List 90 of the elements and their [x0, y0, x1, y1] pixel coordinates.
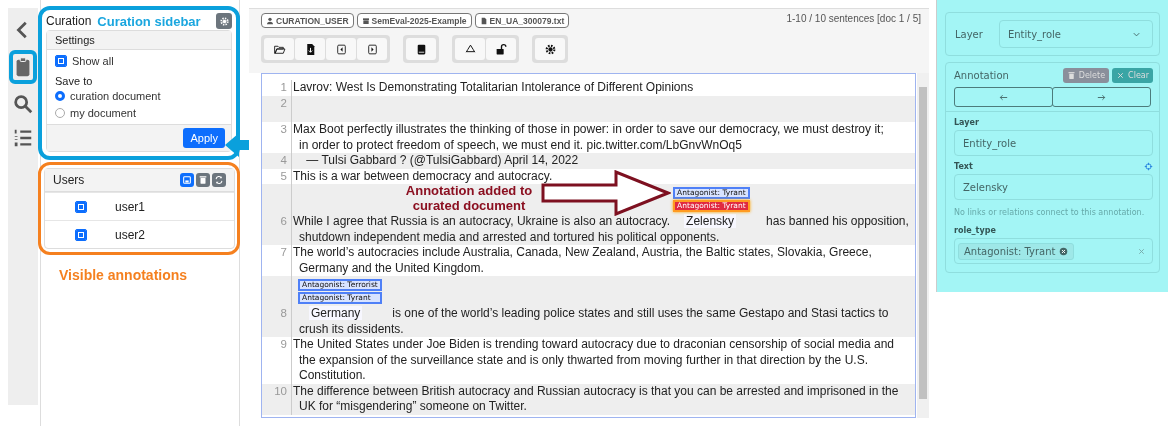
sentence-text: the expansion of the surveillance state and is only thwarted from moving further in that direction by the U.S. — [299, 352, 868, 367]
info-text: No links or relations connect to this annotation. — [954, 208, 1146, 217]
sentence-text: Max Boot perfectly illustrates the thinking of those in power: in order to save our democracy, we must destroy it; — [293, 122, 884, 136]
archive-icon — [361, 16, 370, 25]
info-badge: SemEval-2025-Example — [356, 13, 472, 28]
remove-icon — [1059, 246, 1069, 256]
radio-button[interactable] — [55, 107, 65, 118]
sentence-text: This is a war between democracy and autocracy. — [293, 168, 553, 183]
sentence-text: in order to protect freedom of speech, we must end it. pic.twitter.com/LbGnvWnOq5 — [299, 137, 742, 152]
numbered-list-icon[interactable] — [12, 127, 34, 149]
field-label: Save to — [55, 75, 94, 87]
sentence-text: The difference between British autocracy and Russian autocracy is that you can be arrested and imprisoned in the — [293, 383, 899, 398]
crosshair-icon[interactable] — [1144, 162, 1153, 171]
card-title: Users — [53, 173, 85, 187]
radio-option[interactable]: my document — [55, 104, 223, 121]
sentence-text: While I agree that Russia is an autocracy, Ukraine is also an autocracy. — [293, 214, 671, 228]
trash-button[interactable] — [196, 173, 210, 187]
annotated-span[interactable]: Germany — [309, 306, 363, 320]
user-name: user1 — [115, 199, 146, 214]
scrollbar[interactable] — [917, 73, 929, 418]
field-label: Layer — [954, 28, 983, 40]
checkbox[interactable] — [75, 200, 87, 213]
save-icon — [182, 175, 192, 185]
sentence-text: has banned his opposition, — [766, 214, 909, 228]
tag-chip: Antagonist: Tyrant — [958, 242, 1075, 260]
previous-button[interactable] — [954, 87, 1053, 107]
scroll-thumb[interactable] — [919, 87, 927, 399]
sentence-text: The world’s autocracies include Australia, Canada, New Zealand, Austria, the Baltic states, Slovakia, Greece, — [293, 245, 872, 259]
search-icon[interactable] — [12, 93, 34, 115]
line-number: 10 — [262, 383, 292, 415]
sidebar-tab[interactable] — [9, 50, 37, 84]
recycle-button[interactable] — [455, 38, 485, 60]
settings-icon — [218, 15, 230, 27]
folder-button[interactable] — [264, 38, 294, 60]
apply-button[interactable]: Apply — [183, 128, 225, 148]
next-button[interactable] — [357, 38, 387, 60]
line-number: 6 — [262, 184, 292, 245]
tag-field[interactable]: Antagonist: Tyrant — [954, 238, 1153, 264]
unlock-icon — [494, 42, 508, 56]
field-label: Layer — [954, 118, 979, 127]
line-number: 2 — [262, 95, 292, 122]
sentence-text: is one of the world’s leading police states and still uses the same Gestapo and Stasi tactics to — [392, 306, 889, 320]
card-title: Annotation — [954, 70, 1010, 81]
previous-button[interactable] — [326, 38, 356, 60]
sidebar-title: Curation — [46, 14, 92, 28]
text-field[interactable]: Zelensky — [954, 174, 1153, 200]
next-icon — [365, 42, 379, 56]
close-icon — [1116, 71, 1126, 80]
sentence-text: Lavrov: West Is Demonstrating Totalitarian Intolerance of Different Opinions — [293, 80, 694, 94]
sentence-text: UK for “misgendering” someone on Twitter. — [299, 399, 527, 413]
line-number: 1 — [262, 80, 292, 96]
unlock-button[interactable] — [486, 38, 516, 60]
radio-option[interactable]: curation document — [55, 87, 223, 104]
line-number: 9 — [262, 337, 292, 384]
sentence-text: crush its dissidents. — [299, 321, 404, 336]
download-file-button[interactable] — [295, 38, 325, 60]
user-icon — [266, 16, 274, 25]
save-button[interactable] — [180, 173, 194, 187]
annotated-span[interactable]: Zelensky — [684, 214, 737, 228]
refresh-button[interactable] — [212, 173, 226, 187]
callout-text: Curation sidebar — [97, 13, 202, 29]
sentence-text: shutdown independent media and arrested and tortured his political opponents. — [299, 229, 720, 244]
trash-icon — [1066, 71, 1076, 80]
previous-icon — [334, 42, 348, 56]
sentence-text: The United States under Joe Biden is trending toward autocracy due to draconian censorship of social media and — [293, 337, 895, 351]
info-badge: CURATION_USER — [261, 13, 354, 28]
next-button[interactable] — [1052, 87, 1151, 107]
callout-text: Annotation added to curated document — [404, 183, 534, 213]
layer-dropdown[interactable]: Entity_role — [998, 20, 1153, 48]
card-title: Settings — [47, 31, 231, 50]
sentence-text: Constitution. — [299, 368, 366, 382]
refresh-icon — [214, 175, 224, 185]
sentence-text: Germany and the United Kingdom. — [299, 260, 484, 275]
line-number: 4 — [262, 153, 292, 169]
text-field[interactable]: Entity_role — [954, 130, 1153, 156]
checkbox[interactable] — [75, 228, 87, 241]
field-label: role_type — [954, 226, 997, 235]
file-icon — [479, 16, 488, 25]
settings-icon — [543, 42, 557, 56]
info-badge: EN_UA_300079.txt — [474, 13, 570, 28]
page-info: 1-10 / 10 sentences [doc 1 / 5] — [786, 13, 921, 26]
checkbox[interactable] — [55, 54, 67, 67]
radio-button[interactable] — [55, 90, 65, 101]
sentence-text: — Tulsi Gabbard ? (@TulsiGabbard) April 14, 2022 — [305, 153, 579, 167]
user-name: user2 — [115, 227, 146, 242]
callout-text: Visible annotations — [59, 267, 189, 283]
line-number: 8 — [262, 276, 292, 337]
checkbox-option[interactable]: Show all — [55, 52, 223, 69]
field-label: Text — [954, 162, 973, 171]
trash-icon — [198, 175, 208, 185]
